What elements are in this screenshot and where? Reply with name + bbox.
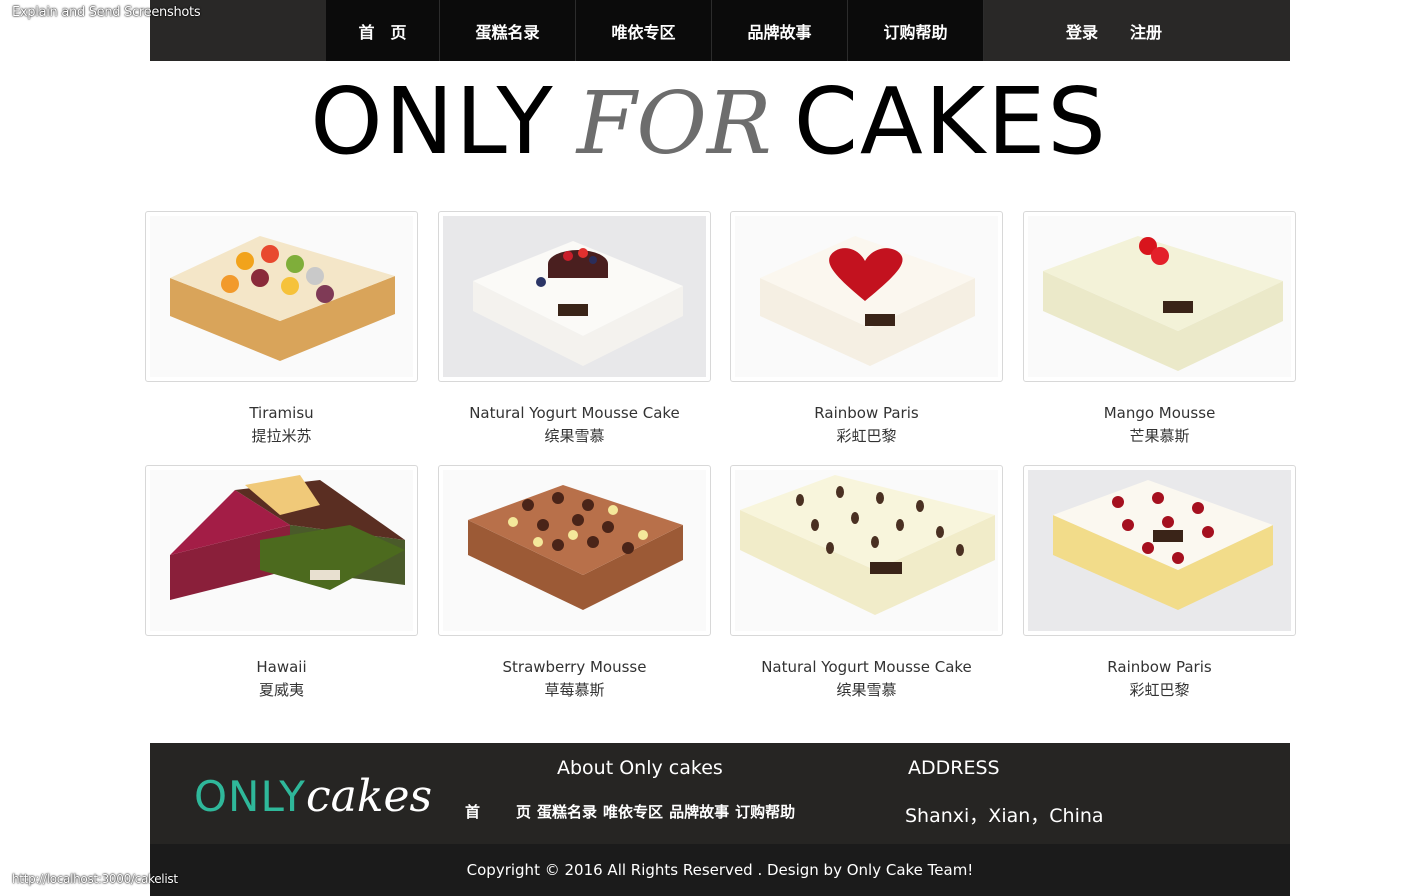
cake-image[interactable] [145,211,418,382]
cake-name-en[interactable]: Natural Yogurt Mousse Cake [438,404,711,422]
cake-card[interactable]: Mango Mousse 芒果慕斯 [1023,211,1296,446]
cake-image-four-flavor [150,470,413,631]
cake-name-en[interactable]: Strawberry Mousse [438,658,711,676]
cake-name-zh: 夏威夷 [258,681,304,699]
site-logo: ONLY FOR CAKES [0,68,1418,175]
footer-link-home-2[interactable]: 页 [516,801,531,822]
cake-card[interactable]: Rainbow Paris 彩虹巴黎 [730,211,1003,446]
extension-note: Explain and Send Screenshots [12,5,201,20]
cake-image-white-chocolate [735,470,998,631]
footer-link-brand-story[interactable]: 品牌故事 [669,801,729,822]
cake-image[interactable] [438,211,711,382]
footer-address: Shanxi，Xian，China [905,805,1104,827]
cake-image-fruit-square [150,216,413,377]
footer-copyright-bar: Copyright © 2016 All Rights Reserved . D… [150,844,1290,896]
cake-image-heart-cake [735,216,998,377]
cake-name-zh: 提拉米苏 [251,427,312,445]
cake-name-zh: 彩虹巴黎 [1129,681,1190,699]
cake-image-mango-mousse [1028,216,1291,377]
nav-cake-list[interactable]: 蛋糕名录 [440,0,576,61]
cake-card[interactable]: Rainbow Paris 彩虹巴黎 [1023,465,1296,700]
register-link[interactable]: 注册 [1130,19,1162,43]
cake-card[interactable]: Strawberry Mousse 草莓慕斯 [438,465,711,700]
footer: ONLYcakes About Only cakes 首 页 蛋糕名录 唯依专区… [150,743,1290,896]
footer-links: 首 页 蛋糕名录 唯依专区 品牌故事 订购帮助 [465,801,795,822]
cake-image[interactable] [1023,465,1296,636]
footer-logo-only: ONLY [194,772,306,821]
cake-name-en[interactable]: Mango Mousse [1023,404,1296,422]
cake-image[interactable] [730,465,1003,636]
nav-special-zone[interactable]: 唯依专区 [576,0,712,61]
cake-name-zh: 草莓慕斯 [544,681,605,699]
footer-link-cake-list[interactable]: 蛋糕名录 [537,801,597,822]
nav-brand-story[interactable]: 品牌故事 [712,0,848,61]
cake-name-en[interactable]: Natural Yogurt Mousse Cake [730,658,1003,676]
logo-word-only: ONLY [310,68,555,175]
footer-link-special-zone[interactable]: 唯依专区 [603,801,663,822]
cake-name-en[interactable]: Tiramisu [145,404,418,422]
cake-image[interactable] [1023,211,1296,382]
cake-name-en[interactable]: Hawaii [145,658,418,676]
cake-name-zh: 芒果慕斯 [1129,427,1190,445]
footer-link-home-1[interactable]: 首 [465,801,480,822]
logo-word-for: FOR [576,74,772,174]
cake-image[interactable] [438,465,711,636]
footer-address-title: ADDRESS [908,757,1000,779]
main-nav: 首 页 蛋糕名录 唯依专区 品牌故事 订购帮助 [326,0,984,61]
cake-card[interactable]: Natural Yogurt Mousse Cake 缤果雪慕 [438,211,711,446]
footer-logo: ONLYcakes [194,771,432,822]
top-navbar: 首 页 蛋糕名录 唯依专区 品牌故事 订购帮助 登录 注册 [150,0,1290,61]
cake-image[interactable] [730,211,1003,382]
nav-order-help[interactable]: 订购帮助 [848,0,984,61]
cake-image[interactable] [145,465,418,636]
cake-name-zh: 缤果雪慕 [836,681,897,699]
cake-name-zh: 彩虹巴黎 [836,427,897,445]
cake-name-zh: 缤果雪慕 [544,427,605,445]
footer-logo-cakes: cakes [305,771,433,822]
cake-image-strawberry-mousse [443,470,706,631]
cake-image-yogurt-mousse [443,216,706,377]
copyright-text: Copyright © 2016 All Rights Reserved . D… [466,861,974,879]
footer-about-title: About Only cakes [557,757,723,779]
cake-card[interactable]: Hawaii 夏威夷 [145,465,418,700]
cake-name-en[interactable]: Rainbow Paris [1023,658,1296,676]
footer-link-order-help[interactable]: 订购帮助 [735,801,795,822]
auth-links: 登录 注册 [1066,0,1162,61]
logo-word-cakes: CAKES [793,68,1108,175]
status-bar-url: http://localhost:3000/cakelist [12,872,178,886]
cake-name-en[interactable]: Rainbow Paris [730,404,1003,422]
cake-image-raspberry-dots [1028,470,1291,631]
login-link[interactable]: 登录 [1066,19,1098,43]
nav-home[interactable]: 首 页 [326,0,440,61]
cake-card[interactable]: Tiramisu 提拉米苏 [145,211,418,446]
cake-card[interactable]: Natural Yogurt Mousse Cake 缤果雪慕 [730,465,1003,700]
